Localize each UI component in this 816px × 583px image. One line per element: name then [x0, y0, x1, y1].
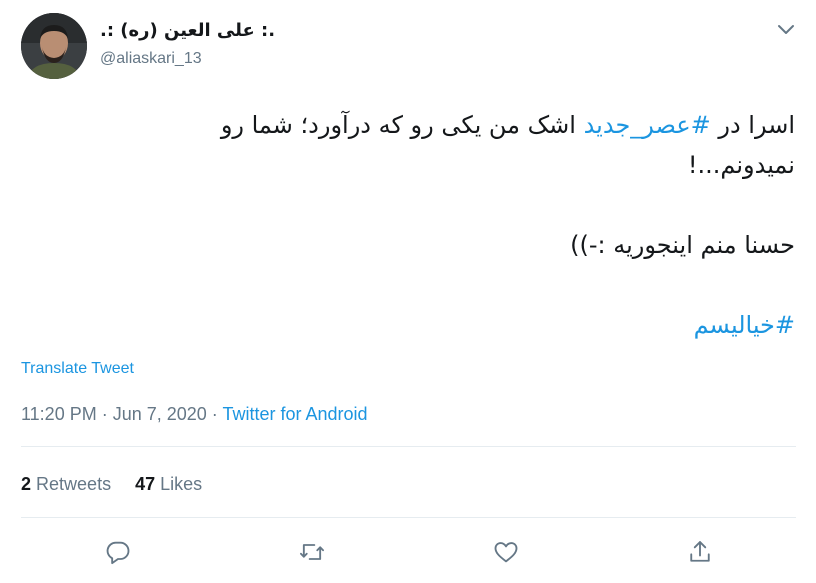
tweet-card: .: علی العین (ره) :. @aliaskari_13 اسرا …	[0, 0, 816, 583]
retweets-label: Retweets	[36, 474, 112, 494]
tweet-line-1-end: اشک من یکی رو که درآورد؛ شما رو	[220, 111, 584, 139]
tweet-time[interactable]: 11:20 PM	[21, 404, 97, 424]
reply-icon[interactable]	[104, 538, 132, 566]
retweets-count: 2	[21, 474, 32, 494]
likes-count: 47	[135, 474, 156, 494]
tweet-line-1: اسرا در #عصر_جدید اشک من یکی رو که درآور…	[15, 105, 795, 145]
heart-icon[interactable]	[492, 538, 520, 566]
likes-label: Likes	[160, 474, 203, 494]
user-handle[interactable]: @aliaskari_13	[100, 50, 202, 68]
translate-tweet-link[interactable]: Translate Tweet	[21, 360, 134, 378]
share-icon[interactable]	[686, 538, 714, 566]
tweet-text: اسرا در #عصر_جدید اشک من یکی رو که درآور…	[15, 105, 795, 345]
hashtag-link[interactable]: #خیالیسم	[15, 305, 795, 345]
tweet-line-1-start: اسرا در	[710, 111, 795, 139]
retweet-icon[interactable]	[298, 538, 326, 566]
hashtag-link[interactable]: #عصر_جدید	[584, 111, 711, 139]
tweet-stats: 2 Retweets 47 Likes	[21, 474, 226, 495]
tweet-date[interactable]: Jun 7, 2020	[113, 404, 207, 424]
tweet-line-2: نمیدونم...!	[687, 151, 795, 179]
retweets-stat[interactable]: 2 Retweets	[21, 474, 111, 494]
divider	[21, 517, 796, 518]
tweet-source-link[interactable]: Twitter for Android	[222, 404, 367, 424]
tweet-meta: 11:20 PM · Jun 7, 2020 · Twitter for And…	[21, 404, 368, 425]
meta-separator: ·	[96, 404, 113, 424]
chevron-down-icon[interactable]	[772, 18, 800, 42]
avatar[interactable]	[21, 13, 87, 79]
display-name[interactable]: .: علی العین (ره) :.	[100, 20, 275, 41]
tweet-line-3: حسنا منم اینجوریه :-))	[570, 231, 795, 259]
likes-stat[interactable]: 47 Likes	[135, 474, 202, 494]
divider	[21, 446, 796, 447]
meta-separator: ·	[206, 404, 223, 424]
